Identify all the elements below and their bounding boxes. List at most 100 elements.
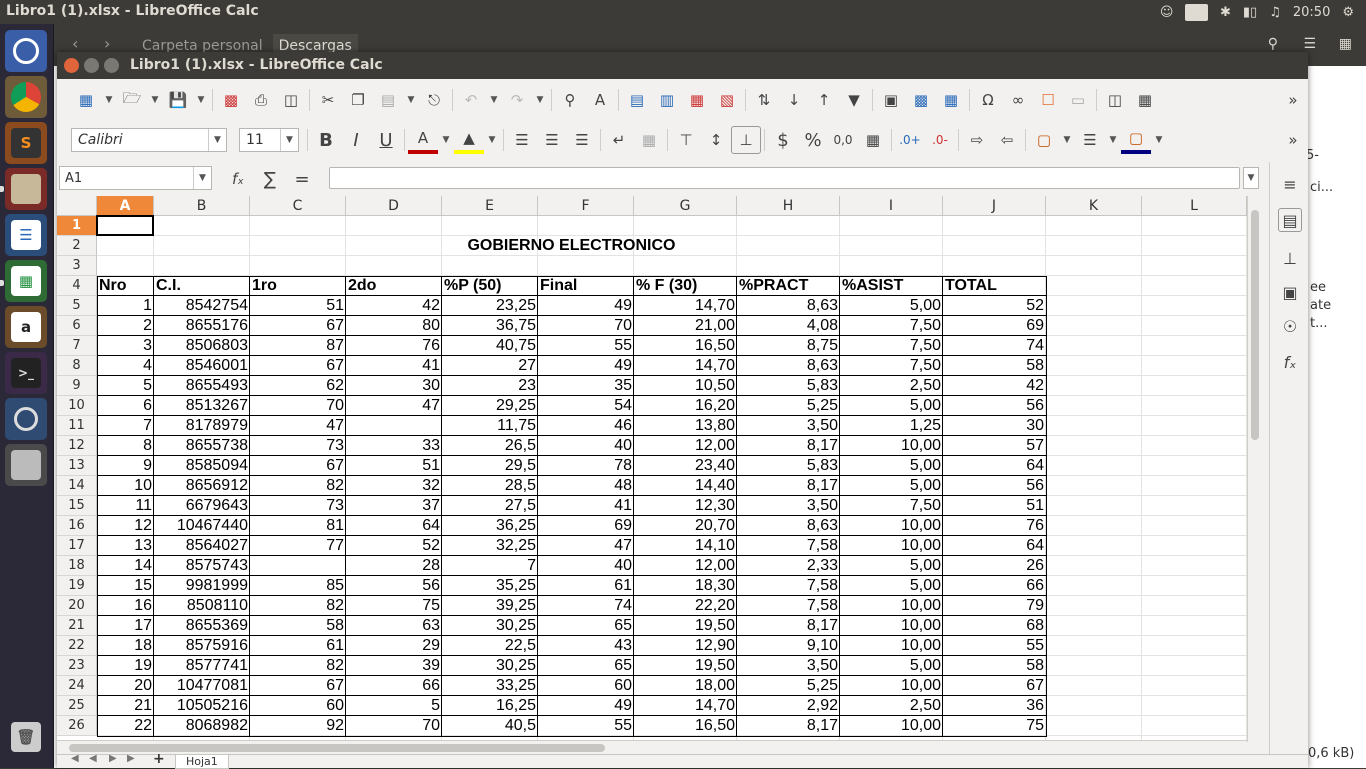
column-header[interactable]: B: [154, 196, 250, 216]
table-cell[interactable]: 35: [538, 376, 634, 396]
table-cell[interactable]: 70: [346, 716, 442, 736]
table-cell[interactable]: 52: [943, 296, 1046, 316]
launcher-amazon[interactable]: a: [5, 306, 47, 348]
table-cell[interactable]: 10,00: [840, 676, 943, 696]
table-cell[interactable]: 55: [943, 636, 1046, 656]
row-header[interactable]: 21: [57, 616, 97, 636]
currency-icon[interactable]: $: [768, 126, 798, 154]
table-cell[interactable]: 12,00: [634, 436, 737, 456]
table-cell[interactable]: 56: [943, 396, 1046, 416]
table-cell[interactable]: 58: [250, 616, 346, 636]
table-cell[interactable]: 14,70: [634, 356, 737, 376]
table-cell[interactable]: 8655493: [154, 376, 250, 396]
table-cell[interactable]: 41: [538, 496, 634, 516]
sidebar-settings-icon[interactable]: ≡: [1278, 172, 1302, 196]
table-cell[interactable]: 37: [346, 496, 442, 516]
table-cell[interactable]: 5,83: [737, 376, 840, 396]
column-header[interactable]: E: [442, 196, 538, 216]
table-cell[interactable]: 92: [250, 716, 346, 736]
launcher-terminal[interactable]: >_: [5, 352, 47, 394]
table-cell[interactable]: 61: [538, 576, 634, 596]
cut-icon[interactable]: ✂: [313, 86, 343, 114]
table-cell[interactable]: 36,75: [442, 316, 538, 336]
table-cell[interactable]: 61: [250, 636, 346, 656]
table-cell[interactable]: 40: [538, 556, 634, 576]
table-cell[interactable]: 8,63: [737, 356, 840, 376]
table-cell[interactable]: 18: [97, 636, 154, 656]
table-cell[interactable]: 51: [250, 296, 346, 316]
row-header[interactable]: 18: [57, 556, 97, 576]
row-header[interactable]: 1: [57, 216, 97, 236]
sidebar-navigator-icon[interactable]: ☉: [1278, 314, 1302, 338]
clock[interactable]: 20:50: [1293, 5, 1330, 20]
table-cell[interactable]: 3,50: [737, 496, 840, 516]
table-cell[interactable]: 15: [97, 576, 154, 596]
table-cell[interactable]: 2: [97, 316, 154, 336]
table-cell[interactable]: 39,25: [442, 596, 538, 616]
table-cell[interactable]: 8,75: [737, 336, 840, 356]
chevron-down-icon[interactable]: ▼: [486, 86, 502, 114]
table-cell[interactable]: 33,25: [442, 676, 538, 696]
column-header[interactable]: G: [634, 196, 737, 216]
table-cell[interactable]: 35,25: [442, 576, 538, 596]
table-cell[interactable]: 5: [97, 376, 154, 396]
table-cell[interactable]: 52: [346, 536, 442, 556]
chevron-down-icon[interactable]: ▼: [1151, 126, 1167, 154]
table-cell[interactable]: 16,25: [442, 696, 538, 716]
insert-image-icon[interactable]: ▣: [876, 86, 906, 114]
column-header[interactable]: C: [250, 196, 346, 216]
table-cell[interactable]: 2,50: [840, 376, 943, 396]
table-cell[interactable]: 10,00: [840, 436, 943, 456]
row-header[interactable]: 2: [57, 236, 97, 256]
table-cell[interactable]: 8577741: [154, 656, 250, 676]
row-header[interactable]: 20: [57, 596, 97, 616]
table-cell[interactable]: 8655176: [154, 316, 250, 336]
table-cell[interactable]: 56: [346, 576, 442, 596]
row-header[interactable]: 15: [57, 496, 97, 516]
table-cell[interactable]: 8,63: [737, 296, 840, 316]
table-header-cell[interactable]: 1ro: [250, 276, 346, 296]
borders-icon[interactable]: ▢: [1029, 126, 1059, 154]
chevron-down-icon[interactable]: ▼: [208, 129, 226, 151]
table-cell[interactable]: 67: [250, 316, 346, 336]
table-cell[interactable]: 82: [250, 656, 346, 676]
table-cell[interactable]: [346, 416, 442, 436]
table-cell[interactable]: 87: [250, 336, 346, 356]
header-footer-icon[interactable]: ▭: [1063, 86, 1093, 114]
table-cell[interactable]: 29,25: [442, 396, 538, 416]
column-header[interactable]: A: [97, 196, 154, 216]
table-cell[interactable]: 6679643: [154, 496, 250, 516]
table-cell[interactable]: 47: [346, 396, 442, 416]
align-bottom-icon[interactable]: ⊥: [731, 126, 761, 154]
table-header-cell[interactable]: % F (30): [634, 276, 737, 296]
special-character-icon[interactable]: Ω: [973, 86, 1003, 114]
table-cell[interactable]: 5,00: [840, 476, 943, 496]
scroll-thumb[interactable]: [69, 744, 605, 752]
table-cell[interactable]: 16: [97, 596, 154, 616]
align-left-icon[interactable]: ☰: [507, 126, 537, 154]
percent-icon[interactable]: %: [798, 126, 828, 154]
expand-formula-icon[interactable]: ▼: [1243, 167, 1259, 189]
table-cell[interactable]: 82: [250, 596, 346, 616]
table-cell[interactable]: 77: [250, 536, 346, 556]
table-cell[interactable]: 10477081: [154, 676, 250, 696]
table-cell[interactable]: 8564027: [154, 536, 250, 556]
row-header[interactable]: 14: [57, 476, 97, 496]
table-cell[interactable]: 21,00: [634, 316, 737, 336]
table-cell[interactable]: 28: [346, 556, 442, 576]
table-cell[interactable]: 3,50: [737, 416, 840, 436]
table-cell[interactable]: 28,5: [442, 476, 538, 496]
paste-icon[interactable]: ▤: [373, 86, 403, 114]
chevron-down-icon[interactable]: ▼: [484, 126, 500, 154]
table-cell[interactable]: 8,17: [737, 476, 840, 496]
table-cell[interactable]: 70: [538, 316, 634, 336]
insert-rows-icon[interactable]: ▦: [682, 86, 712, 114]
table-cell[interactable]: 80: [346, 316, 442, 336]
chevron-down-icon[interactable]: ▼: [193, 167, 211, 189]
table-cell[interactable]: 14,70: [634, 296, 737, 316]
table-cell[interactable]: 10,00: [840, 716, 943, 736]
print-preview-icon[interactable]: ◫: [276, 86, 306, 114]
launcher-trash[interactable]: 🗑: [5, 716, 47, 758]
table-cell[interactable]: 8585094: [154, 456, 250, 476]
table-cell[interactable]: 14,40: [634, 476, 737, 496]
